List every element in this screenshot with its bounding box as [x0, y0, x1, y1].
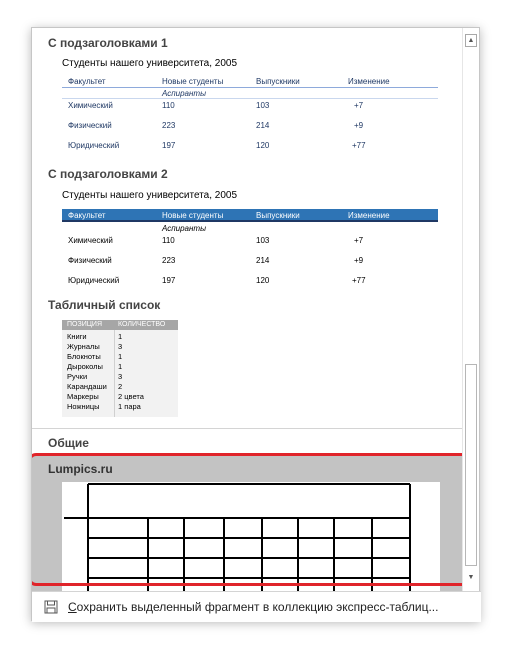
row-value: 120 — [256, 141, 270, 150]
list-item-name: Дыроколы — [67, 362, 103, 371]
list-item-name: Блокноты — [67, 352, 101, 361]
column-header: КОЛИЧЕСТВО — [118, 321, 166, 328]
row-value: 120 — [256, 276, 270, 285]
table-header-row: Факультет Новые студенты Выпускники Изме… — [62, 209, 438, 222]
accelerator-key: С — [68, 600, 77, 614]
column-header: Изменение — [348, 77, 390, 86]
gallery-item-lumpics-selected[interactable]: Lumpics.ru — [32, 456, 462, 591]
scrollbar-thumb[interactable] — [465, 364, 477, 566]
gallery-item-tabular-list[interactable]: ПОЗИЦИЯ КОЛИЧЕСТВО Книги 1 Журналы 3 Бло… — [62, 320, 178, 417]
list-header-row: ПОЗИЦИЯ КОЛИЧЕСТВО — [62, 320, 178, 330]
list-item-qty: 3 — [118, 342, 123, 351]
category-heading: Общие — [48, 436, 89, 450]
list-item-name: Книги — [67, 332, 87, 341]
row-value: 197 — [162, 276, 176, 285]
list-item-qty: 1 — [118, 332, 123, 341]
table-save-icon — [44, 600, 58, 614]
table-title: Студенты нашего университета, 2005 — [62, 190, 238, 201]
row-label: Химический — [68, 236, 113, 245]
row-value: 214 — [256, 121, 270, 130]
list-item-name: Ножницы — [67, 402, 100, 411]
list-item-name: Карандаши — [67, 382, 107, 391]
gallery-item-subheadings-1[interactable]: Студенты нашего университета, 2005 Факул… — [62, 58, 438, 158]
row-label: Юридический — [68, 276, 120, 285]
save-selection-label: Сохранить выделенный фрагмент в коллекци… — [68, 600, 438, 614]
list-item-qty: 2 — [118, 382, 123, 391]
row-value: 110 — [162, 236, 175, 245]
row-label: Физический — [68, 121, 112, 130]
list-item-qty: 3 — [118, 372, 123, 381]
row-value: +9 — [354, 256, 364, 265]
column-divider — [114, 320, 115, 417]
column-header: Факультет — [68, 77, 106, 86]
arrow-up-icon: ▲ — [467, 37, 475, 44]
row-value: 223 — [162, 121, 176, 130]
subheading-divider — [62, 98, 438, 99]
row-value: +77 — [352, 276, 366, 285]
row-label: Химический — [68, 101, 113, 110]
row-value: 103 — [256, 101, 270, 110]
column-header: Новые студенты — [162, 77, 224, 86]
column-header: Выпускники — [256, 77, 300, 86]
list-item-name: Маркеры — [67, 392, 99, 401]
list-item-qty: 1 пара — [118, 402, 141, 411]
row-value: 197 — [162, 141, 176, 150]
column-header: Выпускники — [256, 211, 300, 220]
save-selection-to-gallery-command[interactable]: Сохранить выделенный фрагмент в коллекци… — [32, 591, 481, 622]
column-header: Новые студенты — [162, 211, 224, 220]
gallery-item-label: Lumpics.ru — [48, 462, 113, 476]
save-selection-label-text: охранить выделенный фрагмент в коллекцию… — [76, 600, 439, 614]
row-value: 103 — [256, 236, 270, 245]
row-value: 223 — [162, 256, 176, 265]
quick-tables-gallery-panel: С подзаголовками 1 Студенты нашего униве… — [31, 27, 481, 622]
gallery-list: С подзаголовками 1 Студенты нашего униве… — [32, 28, 462, 591]
row-label: Физический — [68, 256, 112, 265]
section-heading-subheadings-1: С подзаголовками 1 — [48, 36, 168, 50]
column-header: Изменение — [348, 211, 390, 220]
row-value: +77 — [352, 141, 366, 150]
scroll-down-button[interactable]: ▼ — [465, 572, 477, 585]
row-value: +9 — [354, 121, 364, 130]
header-divider — [62, 87, 438, 88]
table-title: Студенты нашего университета, 2005 — [62, 58, 238, 69]
table-subheading: Аспиранты — [162, 89, 206, 98]
gallery-scrollbar[interactable]: ▲ ▼ — [462, 28, 479, 591]
list-item-qty: 1 — [118, 352, 123, 361]
section-heading-tabular-list: Табличный список — [48, 298, 161, 312]
list-item-name: Ручки — [67, 372, 88, 381]
row-value: 214 — [256, 256, 270, 265]
gallery-item-subheadings-2[interactable]: Студенты нашего университета, 2005 Факул… — [62, 190, 438, 290]
list-item-qty: 1 — [118, 362, 123, 371]
category-separator — [32, 428, 462, 429]
row-value: +7 — [354, 101, 364, 110]
table-grid-graphic — [64, 483, 411, 591]
row-label: Юридический — [68, 141, 120, 150]
column-header: Факультет — [68, 211, 106, 220]
table-subheading: Аспиранты — [162, 224, 206, 233]
column-header: ПОЗИЦИЯ — [67, 321, 102, 328]
list-item-name: Журналы — [67, 342, 100, 351]
row-value: 110 — [162, 101, 175, 110]
section-heading-subheadings-2: С подзаголовками 2 — [48, 167, 168, 181]
scroll-up-button[interactable]: ▲ — [465, 34, 477, 47]
custom-table-preview — [62, 482, 440, 591]
row-value: +7 — [354, 236, 364, 245]
arrow-down-icon: ▼ — [467, 574, 475, 581]
list-item-qty: 2 цвета — [118, 392, 144, 401]
category-header-general: Общие — [32, 430, 462, 456]
